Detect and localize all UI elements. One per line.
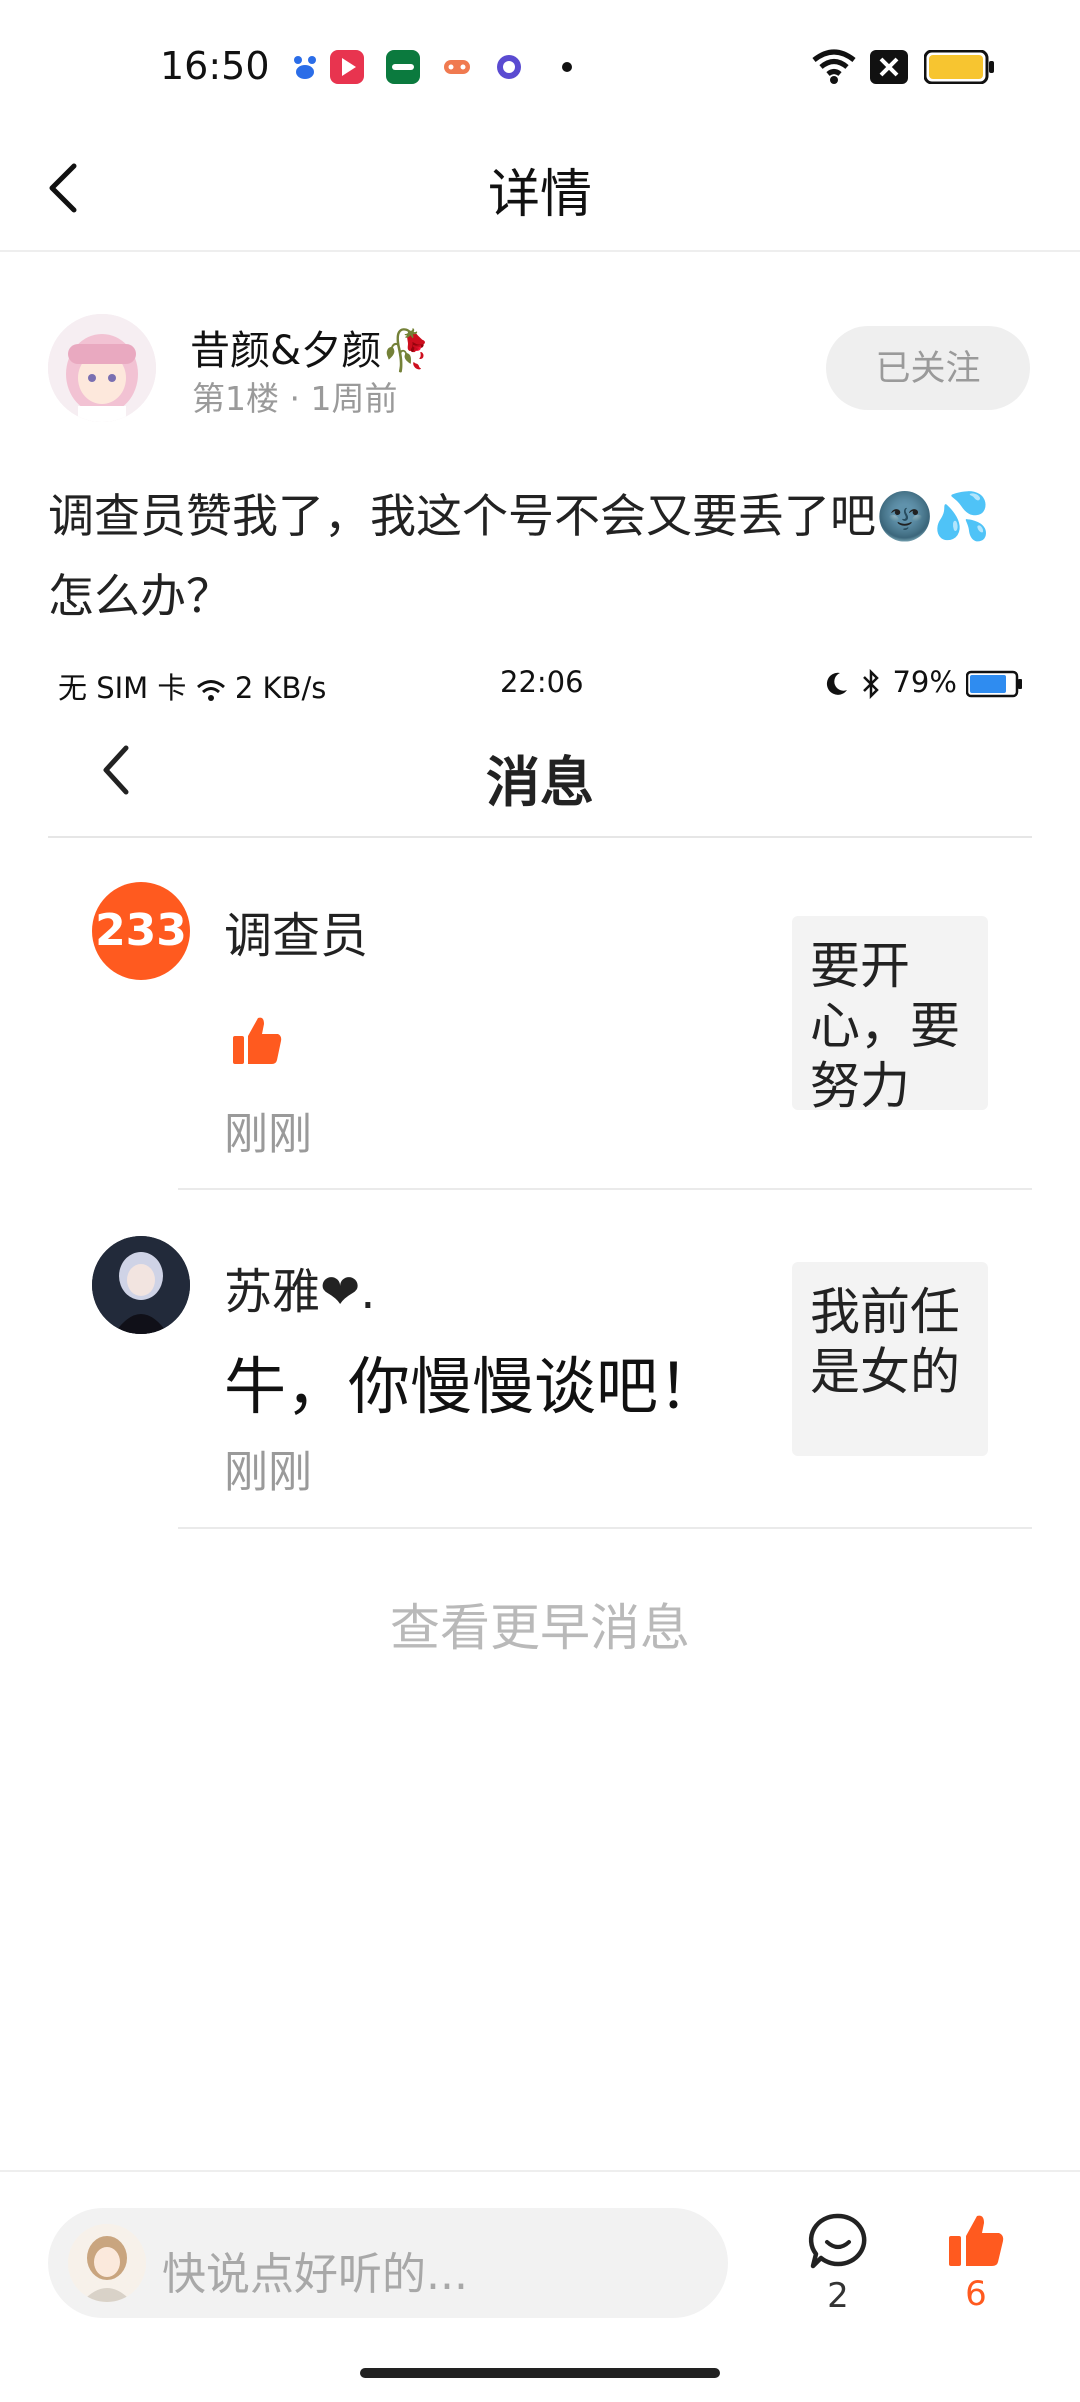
video-app-icon [330,50,364,84]
message-thumbnail: 要开心，要努力 [792,916,988,1110]
user-avatar [68,2224,146,2302]
thumbnail-text: 要开心，要努力 [810,937,960,1110]
embedded-time: 22:06 [500,665,584,699]
floor-label: 第1楼 [192,379,279,418]
browser-app-icon [492,50,526,84]
thumbs-up-icon [230,1014,284,1072]
embedded-title: 消息 [486,751,594,814]
author-name[interactable]: 昔颜&夕颜🥀 [190,318,431,376]
battery-icon [965,670,1023,698]
avatar-text: 233 [95,905,187,956]
divider [48,836,1032,838]
nav-header: 详情 [0,130,1080,252]
thumbs-up-icon [949,2215,1004,2266]
like-count: 6 [965,2274,987,2314]
author-avatar[interactable] [48,314,156,422]
status-time: 16:50 [160,44,270,88]
meta-separator: · [289,379,311,418]
message-time: 刚刚 [224,1447,312,1498]
status-bar: 16:50 [0,0,1080,130]
suya-avatar [92,1236,190,1334]
divider [178,1188,1032,1190]
post-text-line: 怎么办？ [48,569,232,623]
message-sender: 苏雅❤. [224,1264,376,1320]
battery-percent: 79% [892,665,957,699]
game-app-icon [440,50,474,84]
comment-placeholder: 快说点好听的... [162,2249,468,2300]
post-meta: 第1楼 · 1周前 [192,372,397,420]
home-indicator[interactable] [360,2368,720,2378]
bluetooth-icon [863,668,879,700]
follow-button[interactable]: 已关注 [826,326,1030,410]
embedded-status-right: 79% [822,665,1024,700]
message-text: 牛，你慢慢谈吧！ [224,1350,721,1423]
load-earlier-messages: 查看更早消息 [390,1599,690,1657]
investigator-avatar: 233 [92,882,190,980]
embedded-status-left: 无 SIM 卡 2 KB/s [58,665,326,707]
post-body: 调查员赞我了，我这个号不会又要丢了吧🌚💦 怎么办？ [48,476,1038,636]
wifi-icon [810,46,858,90]
message-time: 刚刚 [224,1109,312,1160]
baidu-app-icon [288,50,322,84]
post-text-line: 调查员赞我了，我这个号不会又要丢了吧🌚💦 [48,489,991,543]
comment-count: 2 [827,2276,849,2316]
comment-input[interactable]: 快说点好听的... [48,2208,728,2318]
message-thumbnail: 我前任是女的 [792,1262,988,1456]
notification-dot-icon [562,62,572,72]
like-button[interactable]: 6 [938,2212,1014,2332]
battery-icon [923,49,996,88]
oppo-app-icon [386,50,420,84]
comment-icon [808,2213,867,2269]
no-sim-label: 无 SIM 卡 [58,671,187,705]
moon-icon [826,672,847,695]
message-sender: 调查员 [224,908,369,964]
wifi-icon [196,680,225,701]
no-sim-icon [870,50,908,88]
divider [178,1527,1032,1529]
page-title: 详情 [487,165,592,225]
post-time: 1周前 [310,379,398,418]
net-speed: 2 KB/s [234,671,327,705]
comment-button[interactable]: 2 [800,2212,876,2332]
thumbnail-text: 我前任是女的 [810,1283,960,1401]
